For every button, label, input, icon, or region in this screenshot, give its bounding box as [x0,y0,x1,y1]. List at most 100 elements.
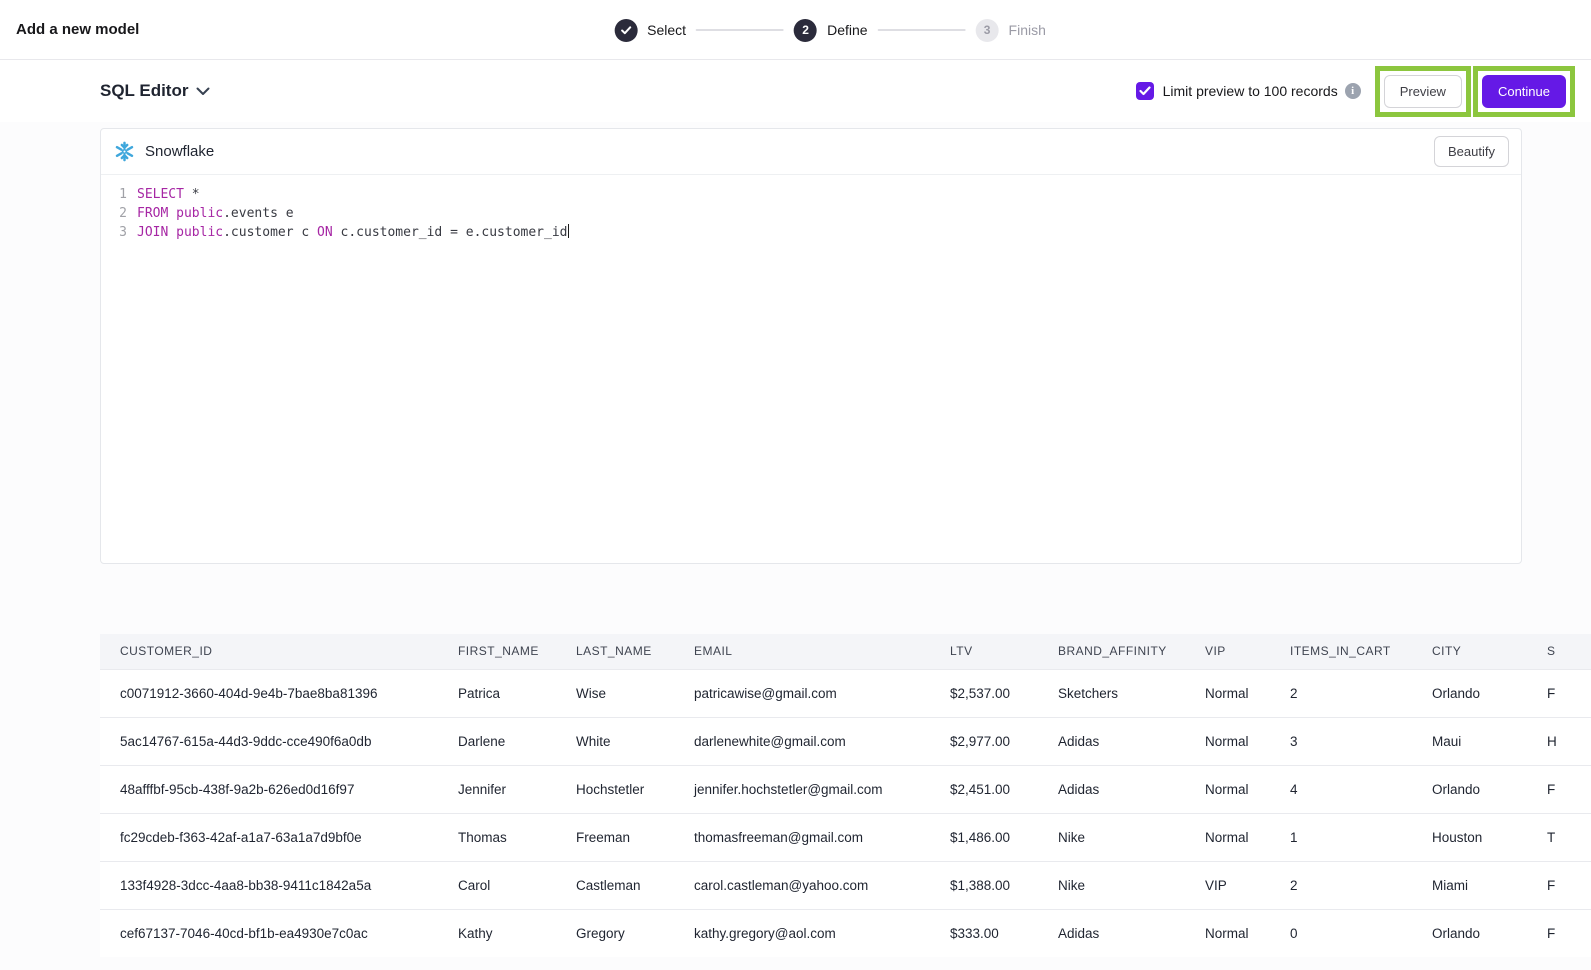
table-cell: Adidas [1038,765,1185,813]
table-cell: Patrica [438,669,556,717]
table-row: cef67137-7046-40cd-bf1b-ea4930e7c0acKath… [100,909,1591,957]
step-finish: 3 Finish [976,19,1046,42]
table-cell: $1,388.00 [930,861,1038,909]
table-cell: 1 [1270,813,1412,861]
preview-table-container: CUSTOMER_IDFIRST_NAMELAST_NAMEEMAILLTVBR… [100,634,1591,957]
table-cell: Normal [1185,669,1270,717]
table-cell: patricawise@gmail.com [674,669,930,717]
table-cell: Kathy [438,909,556,957]
snowflake-icon [113,140,136,163]
table-cell: $2,977.00 [930,717,1038,765]
table-cell: 133f4928-3dcc-4aa8-bb38-9411c1842a5a [100,861,438,909]
code-text: FROM public.events e [127,204,294,223]
editor-type-label: SQL Editor [100,81,188,101]
column-header: LAST_NAME [556,634,674,669]
table-cell: T [1527,813,1591,861]
step-label: Finish [1009,22,1046,38]
table-cell: kathy.gregory@aol.com [674,909,930,957]
table-cell: White [556,717,674,765]
table-cell: VIP [1185,861,1270,909]
column-header: CUSTOMER_ID [100,634,438,669]
step-check-icon [614,19,637,42]
sql-editor-panel: Snowflake Beautify 1SELECT *2FROM public… [100,128,1522,564]
table-cell: Castleman [556,861,674,909]
table-cell: fc29cdeb-f363-42af-a1a7-63a1a7d9bf0e [100,813,438,861]
step-label: Define [827,22,867,38]
step-define: 2Define [794,19,867,42]
beautify-button[interactable]: Beautify [1434,136,1509,167]
table-row: c0071912-3660-404d-9e4b-7bae8ba81396Patr… [100,669,1591,717]
table-cell: Adidas [1038,717,1185,765]
table-cell: Thomas [438,813,556,861]
source-name: Snowflake [145,143,214,160]
table-row: fc29cdeb-f363-42af-a1a7-63a1a7d9bf0eThom… [100,813,1591,861]
step-connector [878,29,966,31]
column-header: FIRST_NAME [438,634,556,669]
top-header: Add a new model Select2Define3Finish [0,0,1591,60]
table-cell: Normal [1185,765,1270,813]
table-cell: Hochstetler [556,765,674,813]
table-cell: Darlene [438,717,556,765]
table-cell: darlenewhite@gmail.com [674,717,930,765]
table-header-row: CUSTOMER_IDFIRST_NAMELAST_NAMEEMAILLTVBR… [100,634,1591,669]
table-cell: 2 [1270,861,1412,909]
preview-button[interactable]: Preview [1384,75,1462,108]
table-cell: Miami [1412,861,1527,909]
line-number: 1 [101,185,127,204]
table-cell: F [1527,909,1591,957]
table-cell: 2 [1270,669,1412,717]
table-cell: thomasfreeman@gmail.com [674,813,930,861]
column-header: CITY [1412,634,1527,669]
table-cell: cef67137-7046-40cd-bf1b-ea4930e7c0ac [100,909,438,957]
table-cell: $2,537.00 [930,669,1038,717]
editor-header: Snowflake Beautify [101,129,1521,175]
column-header: S [1527,634,1591,669]
annotation-highlight-continue: Continue [1473,66,1575,117]
stepper: Select 2Define 3 Finish [614,0,1046,60]
code-text: SELECT * [127,185,200,204]
table-cell: F [1527,765,1591,813]
table-cell: $1,486.00 [930,813,1038,861]
step-number: 3 [976,19,999,42]
table-row: 48afffbf-95cb-438f-9a2b-626ed0d16f97Jenn… [100,765,1591,813]
table-cell: Orlando [1412,669,1527,717]
column-header: BRAND_AFFINITY [1038,634,1185,669]
sql-code-editor[interactable]: 1SELECT *2FROM public.events e3JOIN publ… [101,175,1521,563]
step-select: Select [614,19,686,42]
table-cell: Normal [1185,909,1270,957]
continue-button[interactable]: Continue [1482,75,1566,108]
table-cell: Freeman [556,813,674,861]
table-cell: Maui [1412,717,1527,765]
chevron-down-icon [196,87,210,96]
table-cell: Carol [438,861,556,909]
table-cell: Orlando [1412,765,1527,813]
code-line: 3JOIN public.customer c ON c.customer_id… [101,223,1521,242]
info-icon[interactable]: i [1345,83,1361,99]
code-line: 2FROM public.events e [101,204,1521,223]
table-cell: Sketchers [1038,669,1185,717]
annotation-highlight-preview: Preview [1375,66,1471,117]
table-cell: F [1527,669,1591,717]
limit-preview-checkbox[interactable] [1136,82,1154,100]
table-cell: 48afffbf-95cb-438f-9a2b-626ed0d16f97 [100,765,438,813]
editor-type-dropdown[interactable]: SQL Editor [100,81,210,101]
table-cell: 3 [1270,717,1412,765]
code-line: 1SELECT * [101,185,1521,204]
column-header: LTV [930,634,1038,669]
table-cell: H [1527,717,1591,765]
table-cell: c0071912-3660-404d-9e4b-7bae8ba81396 [100,669,438,717]
preview-table: CUSTOMER_IDFIRST_NAMELAST_NAMEEMAILLTVBR… [100,634,1591,957]
table-cell: $333.00 [930,909,1038,957]
table-cell: 5ac14767-615a-44d3-9ddc-cce490f6a0db [100,717,438,765]
toolbar-right-group: Limit preview to 100 records i Preview C… [1136,66,1575,117]
checkmark-icon [1139,86,1151,96]
table-cell: Normal [1185,717,1270,765]
table-cell: Orlando [1412,909,1527,957]
table-cell: jennifer.hochstetler@gmail.com [674,765,930,813]
table-cell: Normal [1185,813,1270,861]
table-cell: Houston [1412,813,1527,861]
line-number: 2 [101,204,127,223]
table-cell: $2,451.00 [930,765,1038,813]
table-cell: Nike [1038,813,1185,861]
table-cell: Wise [556,669,674,717]
